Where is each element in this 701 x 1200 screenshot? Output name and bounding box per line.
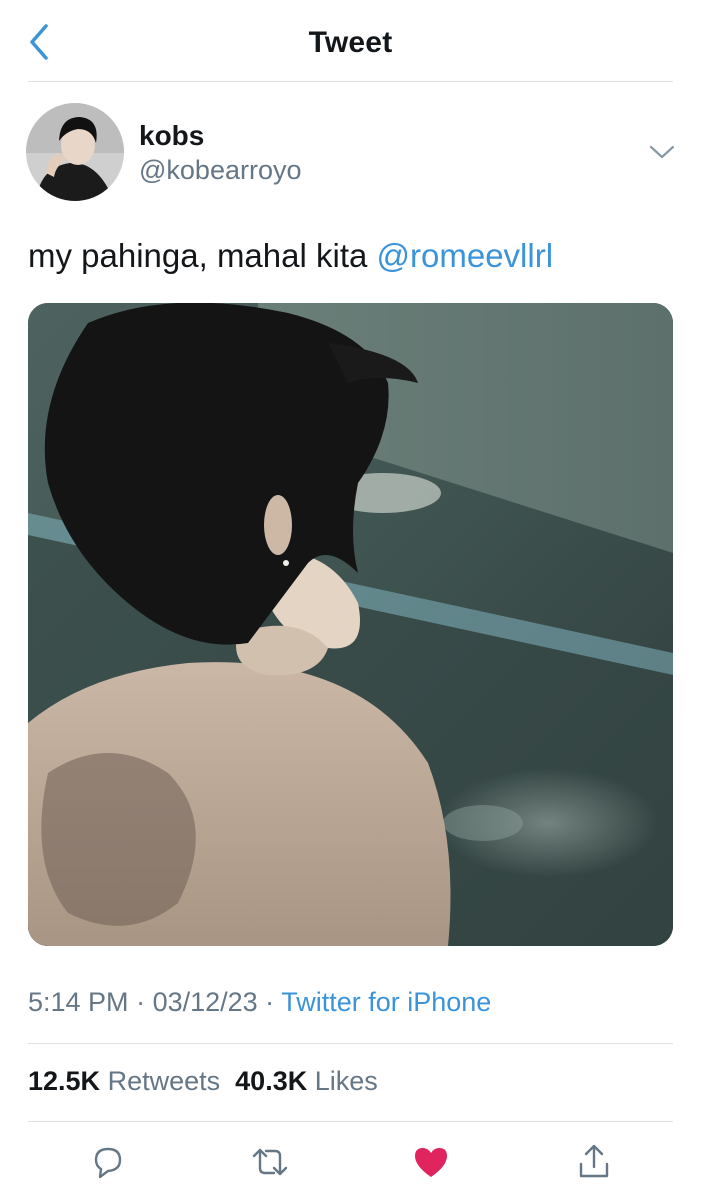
tweet-meta: 5:14 PM · 03/12/23 · Twitter for iPhone — [28, 987, 491, 1018]
tweet-date: 03/12/23 — [152, 987, 258, 1017]
tweet-time: 5:14 PM — [28, 987, 129, 1017]
likes-count[interactable]: 40.3K — [235, 1066, 307, 1096]
nav-divider — [28, 81, 673, 82]
tweet-text: my pahinga, mahal kita @romeevllrl — [28, 234, 553, 278]
meta-separator: · — [128, 987, 153, 1017]
avatar-photo — [26, 103, 124, 201]
action-bar — [0, 1136, 701, 1190]
heart-icon — [415, 1148, 447, 1177]
reply-icon — [94, 1147, 122, 1179]
mention-link[interactable]: @romeevllrl — [377, 237, 554, 274]
author-handle[interactable]: @kobearroyo — [139, 155, 302, 186]
tweet-media[interactable] — [28, 303, 673, 946]
chevron-down-icon — [649, 145, 675, 159]
author-name[interactable]: kobs — [139, 120, 204, 152]
page-title: Tweet — [308, 26, 393, 59]
share-icon — [579, 1144, 609, 1178]
tweet-stats: 12.5K Retweets 40.3K Likes — [28, 1066, 378, 1097]
meta-divider — [28, 1043, 673, 1044]
retweets-count[interactable]: 12.5K — [28, 1066, 100, 1096]
retweet-icon — [252, 1148, 288, 1176]
more-options-button[interactable] — [646, 140, 678, 164]
likes-label[interactable]: Likes — [315, 1066, 378, 1096]
navigation-bar: Tweet — [0, 0, 701, 82]
tweet-source-link[interactable]: Twitter for iPhone — [281, 987, 491, 1017]
retweets-label[interactable]: Retweets — [108, 1066, 221, 1096]
share-button[interactable] — [574, 1142, 614, 1182]
like-button[interactable] — [411, 1142, 451, 1182]
reply-button[interactable] — [88, 1142, 128, 1182]
retweet-button[interactable] — [250, 1142, 290, 1182]
avatar[interactable] — [26, 103, 124, 201]
tweet-body: my pahinga, mahal kita — [28, 237, 377, 274]
media-photo — [28, 303, 673, 946]
meta-separator: · — [257, 987, 282, 1017]
stats-divider — [28, 1121, 673, 1122]
